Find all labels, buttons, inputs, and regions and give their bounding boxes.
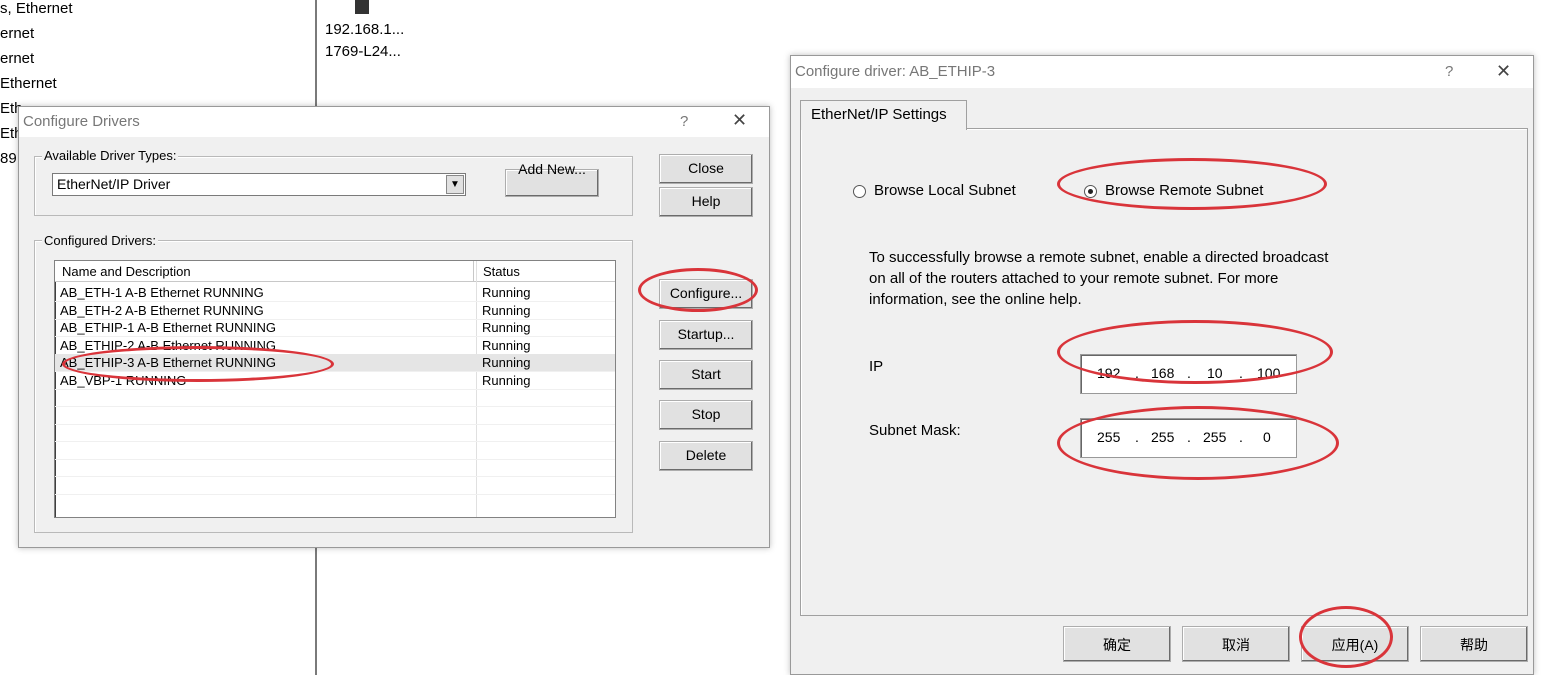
tree-item[interactable]: Ethernet bbox=[0, 75, 57, 92]
driver-type-select[interactable]: EtherNet/IP Driver ▼ bbox=[52, 173, 466, 196]
help-question-icon[interactable]: ? bbox=[680, 113, 688, 130]
empty-row bbox=[55, 442, 615, 460]
close-button[interactable]: Close bbox=[659, 154, 753, 184]
help-button[interactable]: Help bbox=[659, 187, 753, 217]
table-row[interactable]: AB_ETH-1 A-B Ethernet RUNNING Running bbox=[55, 284, 615, 302]
apply-button[interactable]: 应用(A) bbox=[1301, 626, 1409, 662]
close-x-icon[interactable]: ✕ bbox=[1496, 61, 1511, 82]
dialog-titlebar: Configure Drivers ? ✕ bbox=[19, 107, 769, 137]
plc-device-icon[interactable] bbox=[355, 0, 369, 14]
help-question-icon[interactable]: ? bbox=[1445, 63, 1453, 80]
remote-subnet-info: To successfully browse a remote subnet, … bbox=[869, 249, 1329, 308]
column-header-name[interactable]: Name and Description bbox=[62, 264, 191, 279]
driver-type-value: EtherNet/IP Driver bbox=[57, 176, 171, 192]
table-row[interactable]: AB_VBP-1 RUNNING Running bbox=[55, 372, 615, 390]
ok-button[interactable]: 确定 bbox=[1063, 626, 1171, 662]
empty-row bbox=[55, 477, 615, 495]
radio-browse-local-label[interactable]: Browse Local Subnet bbox=[874, 182, 1016, 199]
dialog-titlebar: Configure driver: AB_ETHIP-3 ? ✕ bbox=[791, 56, 1533, 88]
device-model-label: 1769-L24... bbox=[325, 43, 401, 60]
dialog-title: Configure Drivers bbox=[23, 113, 140, 130]
close-x-icon[interactable]: ✕ bbox=[732, 110, 747, 131]
tree-item[interactable]: s, Ethernet bbox=[0, 0, 73, 17]
ip-address-field[interactable]: 192 . 168 . 10 . 100 bbox=[1080, 354, 1297, 394]
list-header: Name and Description Status bbox=[55, 261, 615, 282]
table-row-selected[interactable]: AB_ETHIP-3 A-B Ethernet RUNNING Running bbox=[55, 354, 615, 372]
configure-driver-dialog: Configure driver: AB_ETHIP-3 ? ✕ EtherNe… bbox=[790, 55, 1534, 675]
table-row[interactable]: AB_ETHIP-1 A-B Ethernet RUNNING Running bbox=[55, 319, 615, 337]
delete-button[interactable]: Delete bbox=[659, 441, 753, 471]
subnet-mask-field[interactable]: 255 . 255 . 255 . 0 bbox=[1080, 418, 1297, 458]
configured-drivers-label: Configured Drivers: bbox=[42, 233, 158, 248]
ip-label: IP bbox=[869, 358, 884, 375]
configure-button[interactable]: Configure... bbox=[659, 279, 753, 309]
table-row[interactable]: AB_ETHIP-2 A-B Ethernet RUNNING Running bbox=[55, 337, 615, 355]
add-new-button[interactable]: Add New... bbox=[505, 161, 599, 197]
empty-row bbox=[55, 424, 615, 442]
table-row[interactable]: AB_ETH-2 A-B Ethernet RUNNING Running bbox=[55, 302, 615, 320]
stop-button[interactable]: Stop bbox=[659, 400, 753, 430]
radio-browse-remote[interactable] bbox=[1084, 185, 1097, 198]
start-button[interactable]: Start bbox=[659, 360, 753, 390]
chevron-down-icon[interactable]: ▼ bbox=[446, 175, 464, 194]
available-driver-types-label: Available Driver Types: bbox=[42, 148, 179, 163]
column-divider[interactable] bbox=[473, 261, 474, 281]
help-button[interactable]: 帮助 bbox=[1420, 626, 1528, 662]
empty-row bbox=[55, 389, 615, 407]
radio-browse-local[interactable] bbox=[853, 185, 866, 198]
device-ip-label: 192.168.1... bbox=[325, 21, 405, 38]
tab-ethernet-ip-settings[interactable]: EtherNet/IP Settings bbox=[800, 100, 967, 130]
dialog-title: Configure driver: AB_ETHIP-3 bbox=[795, 63, 996, 80]
configured-drivers-list[interactable]: Name and Description Status AB_ETH-1 A-B… bbox=[54, 260, 616, 518]
configure-drivers-dialog: Configure Drivers ? ✕ Available Driver T… bbox=[18, 106, 770, 548]
empty-row bbox=[55, 459, 615, 477]
radio-browse-remote-label[interactable]: Browse Remote Subnet bbox=[1105, 182, 1263, 199]
subnet-mask-label: Subnet Mask: bbox=[869, 422, 961, 439]
cancel-button[interactable]: 取消 bbox=[1182, 626, 1290, 662]
startup-button[interactable]: Startup... bbox=[659, 320, 753, 350]
tree-item[interactable]: ernet bbox=[0, 50, 34, 67]
column-header-status[interactable]: Status bbox=[483, 264, 520, 279]
empty-row bbox=[55, 407, 615, 425]
tree-item[interactable]: ernet bbox=[0, 25, 34, 42]
tree-item[interactable]: 89 bbox=[0, 150, 17, 167]
